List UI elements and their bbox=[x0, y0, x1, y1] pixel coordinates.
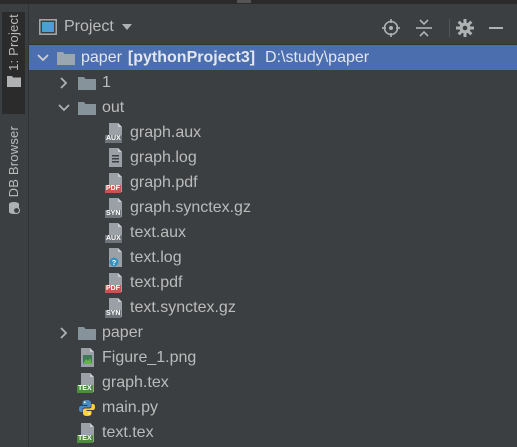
tree-row-file[interactable]: TEX graph.tex bbox=[29, 370, 517, 395]
db-browser-stripe-button[interactable]: DB Browser bbox=[2, 126, 25, 226]
chevron-right-icon[interactable] bbox=[58, 76, 70, 89]
tree-item-label: graph.aux bbox=[130, 123, 202, 141]
db-browser-stripe-label: DB Browser bbox=[6, 126, 21, 198]
tree-item-label: paper bbox=[102, 323, 143, 341]
tree-row-file[interactable]: AUX text.aux bbox=[29, 220, 517, 245]
tex-file-icon: TEX bbox=[77, 423, 97, 443]
chevron-down-icon[interactable] bbox=[58, 102, 70, 114]
minimize-icon bbox=[489, 27, 503, 29]
header-separator bbox=[449, 19, 450, 37]
module-name: [pythonProject3] bbox=[127, 48, 256, 66]
synctex-file-icon: SYN bbox=[105, 298, 125, 318]
tree-row-file[interactable]: PDF graph.pdf bbox=[29, 170, 517, 195]
locate-button[interactable] bbox=[380, 17, 402, 39]
tab-edge bbox=[237, 0, 251, 3]
database-icon bbox=[8, 202, 20, 215]
tree-item-label: text.log bbox=[130, 248, 182, 266]
tree-item-label: text.synctex.gz bbox=[130, 298, 236, 316]
project-tree: paper [pythonProject3] D:\study\paper 1 bbox=[29, 45, 517, 445]
folder-icon bbox=[6, 75, 21, 87]
project-tool-window: 1: Project DB Browser Project paper [pyt… bbox=[0, 0, 517, 447]
tree-row-file[interactable]: PDF text.pdf bbox=[29, 270, 517, 295]
tree-item-label: Figure_1.png bbox=[102, 348, 197, 366]
left-tool-stripe: 1: Project DB Browser bbox=[0, 4, 29, 447]
view-title: Project bbox=[64, 18, 114, 35]
synctex-file-icon: SYN bbox=[105, 198, 125, 218]
tree-item-label: paper bbox=[81, 48, 122, 66]
pdf-file-icon: PDF bbox=[105, 173, 125, 193]
project-panel: Project paper [pythonProject3] D:\study\… bbox=[29, 4, 517, 447]
tree-item-label: 1 bbox=[102, 73, 111, 91]
chevron-down-icon[interactable] bbox=[37, 52, 49, 64]
log-file-icon bbox=[105, 148, 125, 168]
hide-button[interactable] bbox=[485, 17, 507, 39]
project-header: Project bbox=[29, 4, 517, 45]
locate-icon bbox=[382, 19, 400, 37]
tree-item-label: graph.synctex.gz bbox=[130, 198, 251, 216]
tree-row-file[interactable]: AUX graph.aux bbox=[29, 120, 517, 145]
collapse-all-icon bbox=[416, 19, 432, 37]
tex-file-icon: TEX bbox=[77, 373, 97, 393]
tree-row-folder-out[interactable]: out bbox=[29, 95, 517, 120]
project-view-icon bbox=[39, 19, 57, 35]
chevron-right-icon[interactable] bbox=[58, 326, 70, 339]
tree-item-label: main.py bbox=[102, 398, 159, 416]
project-stripe-label: 1: Project bbox=[6, 14, 21, 71]
tree-row-file[interactable]: TEX text.tex bbox=[29, 420, 517, 445]
collapse-all-button[interactable] bbox=[413, 17, 435, 39]
tree-row-file[interactable]: Figure_1.png bbox=[29, 345, 517, 370]
tree-item-label: out bbox=[102, 98, 125, 116]
gear-icon bbox=[456, 19, 474, 37]
folder-icon bbox=[77, 323, 97, 343]
aux-file-icon: AUX bbox=[105, 223, 125, 243]
folder-icon bbox=[77, 98, 97, 118]
tree-item-label: text.pdf bbox=[130, 273, 183, 291]
tree-row-folder-paper[interactable]: paper bbox=[29, 320, 517, 345]
tree-item-label: graph.tex bbox=[102, 373, 169, 391]
tree-row-folder-1[interactable]: 1 bbox=[29, 70, 517, 95]
project-path: D:\study\paper bbox=[265, 48, 370, 66]
svg-text:?: ? bbox=[112, 260, 116, 267]
tree-item-label: text.tex bbox=[102, 423, 154, 441]
tree-row-paper-root[interactable]: paper [pythonProject3] D:\study\paper bbox=[29, 45, 517, 70]
project-stripe-button[interactable]: 1: Project bbox=[2, 12, 25, 114]
tree-row-file[interactable]: SYN graph.synctex.gz bbox=[29, 195, 517, 220]
python-file-icon bbox=[77, 398, 97, 418]
tree-row-file[interactable]: graph.log bbox=[29, 145, 517, 170]
folder-icon bbox=[56, 48, 76, 68]
pdf-file-icon: PDF bbox=[105, 273, 125, 293]
tree-row-file[interactable]: ? text.log bbox=[29, 245, 517, 270]
tree-item-label: graph.log bbox=[130, 148, 197, 166]
view-selector[interactable]: Project bbox=[39, 16, 132, 38]
tree-item-label: graph.pdf bbox=[130, 173, 198, 191]
settings-button[interactable] bbox=[454, 17, 476, 39]
image-file-icon bbox=[77, 348, 97, 368]
tree-item-label: text.aux bbox=[130, 223, 187, 241]
chevron-down-icon bbox=[121, 24, 132, 30]
aux-file-icon: AUX bbox=[105, 123, 125, 143]
unknown-file-icon: ? bbox=[105, 248, 125, 268]
folder-icon bbox=[77, 73, 97, 93]
tree-row-file[interactable]: SYN text.synctex.gz bbox=[29, 295, 517, 320]
tree-row-file[interactable]: main.py bbox=[29, 395, 517, 420]
